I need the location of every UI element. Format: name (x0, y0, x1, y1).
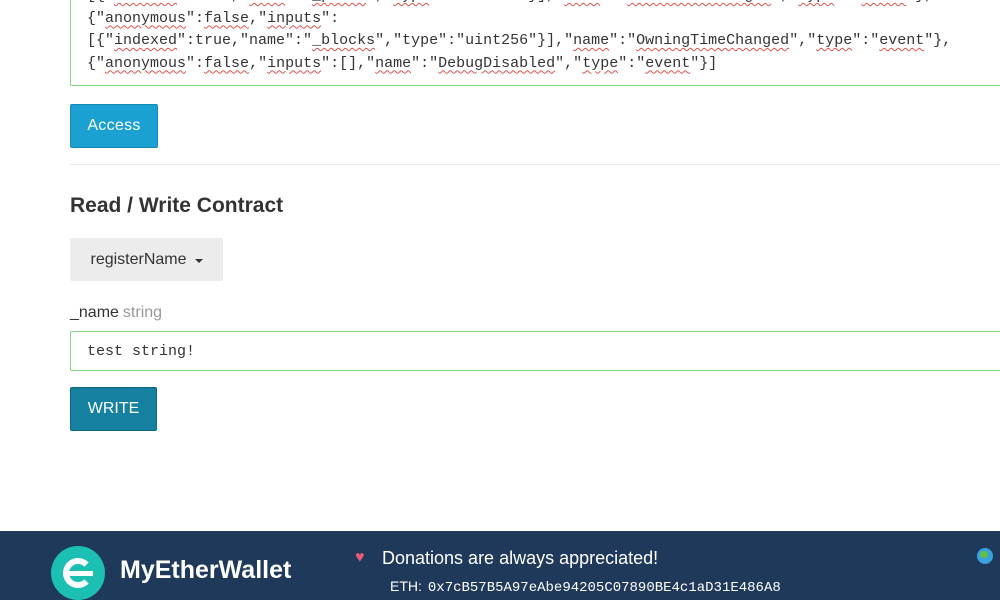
abi-token: ":true," (177, 0, 249, 4)
section-divider (70, 164, 1000, 165)
myetherwallet-logo-icon[interactable] (51, 546, 105, 600)
abi-token: [{" (87, 32, 115, 49)
abi-token: "}, (924, 32, 952, 49)
abi-token: ","type":"uint256"}]," (375, 32, 574, 49)
abi-line: [{"indexed":true,"name":"_price","type":… (87, 0, 993, 8)
abi-line: {"anonymous":false,"inputs":[],"name":"D… (87, 53, 993, 76)
abi-token: "}] (690, 54, 718, 72)
abi-token: ":" (618, 54, 646, 72)
misspelled-token: indexed (114, 0, 177, 4)
function-select[interactable]: registerName (70, 238, 223, 281)
abi-token: ": (321, 9, 340, 27)
misspelled-token: type (582, 54, 619, 72)
donations-text: Donations are always appreciated! (382, 548, 659, 568)
misspelled-token: name (375, 54, 412, 72)
misspelled-token: false (204, 9, 250, 27)
abi-token: ": (186, 9, 205, 27)
misspelled-token: name (249, 0, 285, 4)
eth-address[interactable]: 0x7cB57B5A97eAbe94205C07890BE4c1aD31E486… (428, 580, 781, 596)
param-type: string (122, 304, 163, 321)
abi-token: ":" (285, 0, 312, 4)
abi-token: "}, (906, 0, 933, 4)
misspelled-token: event (879, 32, 925, 49)
access-button[interactable]: Access (70, 104, 158, 148)
misspelled-token: _price (312, 0, 366, 4)
abi-token: ," (249, 54, 268, 72)
misspelled-token: inputs (267, 54, 322, 72)
abi-token: {" (87, 9, 106, 27)
abi-token: "," (789, 32, 817, 49)
section-title: Read / Write Contract (70, 194, 284, 217)
function-select-label: registerName (90, 250, 187, 268)
misspelled-token: type (393, 0, 429, 4)
abi-token: ," (249, 9, 268, 27)
misspelled-token: anonymous (105, 9, 187, 27)
abi-token: ":" (600, 0, 627, 4)
abi-token: {" (87, 54, 106, 72)
name-input[interactable] (70, 331, 1000, 371)
abi-token: ":true,"name":" (177, 32, 313, 49)
misspelled-token: indexed (114, 32, 178, 49)
abi-token: ":" (852, 32, 880, 49)
abi-token: "," (771, 0, 798, 4)
abi-token: ":[]," (321, 54, 376, 72)
logo-bar (69, 571, 93, 576)
misspelled-token: event (645, 54, 691, 72)
param-name: _name (70, 304, 119, 321)
abi-token: ":" (609, 32, 637, 49)
eth-label: ETH: (390, 578, 422, 594)
misspelled-token: DebugDisabled (438, 54, 556, 72)
misspelled-token: OwningTimeChanged (636, 32, 790, 49)
misspelled-token: inputs (267, 9, 322, 27)
eth-donation-address: ETH: 0x7cB57B5A97eAbe94205C07890BE4c1aD31… (390, 578, 781, 596)
footer: MyEtherWallet ♥ Donations are always app… (0, 531, 1000, 600)
misspelled-token: anonymous (105, 54, 187, 72)
abi-line: {"anonymous":false,"inputs": (87, 8, 993, 31)
globe-icon[interactable] (977, 548, 993, 564)
misspelled-token: event (861, 0, 906, 4)
caret-down-icon (194, 258, 203, 263)
abi-token: ": (186, 54, 205, 72)
write-button[interactable]: WRITE (70, 387, 157, 431)
misspelled-token: type (816, 32, 853, 49)
heart-icon: ♥ (355, 549, 365, 566)
abi-token: ":" (834, 0, 861, 4)
misspelled-token: type (798, 0, 834, 4)
misspelled-token: name (564, 0, 600, 4)
misspelled-token: NamePriceChanged (627, 0, 771, 4)
abi-token: ":"uint256"}]," (429, 0, 564, 4)
brand-name[interactable]: MyEtherWallet (120, 556, 291, 585)
abi-textarea[interactable]: [{"indexed":true,"name":"_price","type":… (70, 0, 1000, 86)
abi-token: ":" (411, 54, 439, 72)
abi-token: [{" (87, 0, 114, 4)
abi-token: "," (366, 0, 393, 4)
abi-token: "," (555, 54, 583, 72)
abi-line: [{"indexed":true,"name":"_blocks","type"… (87, 30, 993, 53)
misspelled-token: false (204, 54, 250, 72)
misspelled-token: _blocks (312, 32, 376, 49)
param-label: _name string (70, 304, 162, 322)
misspelled-token: name (573, 32, 610, 49)
